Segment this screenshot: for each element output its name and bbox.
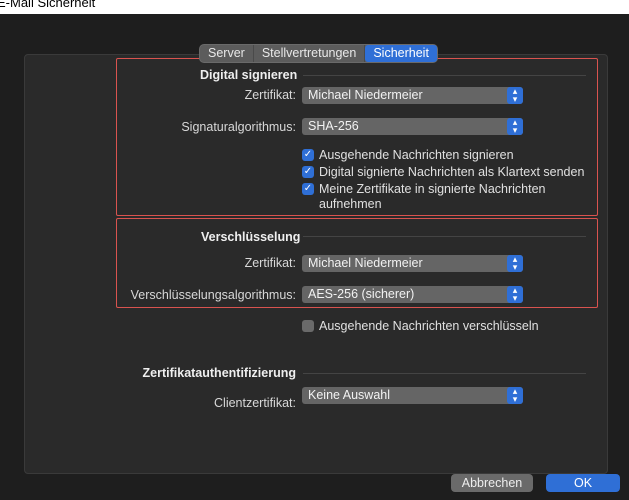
encryption-separator [303, 236, 586, 237]
encryption-algo-popup[interactable]: AES-256 (sicherer) ▴ ▾ [302, 286, 523, 303]
signing-cert-popup[interactable]: Michael Niedermeier ▴ ▾ [302, 87, 523, 104]
window-title-bar: E-Mail Sicherheit [0, 0, 629, 14]
tab-stellvertretungen[interactable]: Stellvertretungen [254, 45, 366, 62]
client-cert-label: Clientzertifikat: [214, 396, 296, 410]
tab-sicherheit[interactable]: Sicherheit [365, 45, 437, 62]
chevron-updown-icon: ▴ ▾ [507, 387, 523, 404]
tab-server[interactable]: Server [200, 45, 254, 62]
dialog: Server Stellvertretungen Sicherheit Digi… [0, 14, 629, 500]
signing-title: Digital signieren [200, 68, 298, 82]
encrypt-outgoing-label: Ausgehende Nachrichten verschlüsseln [319, 319, 539, 333]
tab-bar: Server Stellvertretungen Sicherheit [200, 45, 437, 62]
sign-outgoing-label: Ausgehende Nachrichten signieren [319, 148, 514, 162]
encryption-title: Verschlüsselung [201, 230, 301, 244]
signing-separator [303, 75, 586, 76]
encryption-cert-popup[interactable]: Michael Niedermeier ▴ ▾ [302, 255, 523, 272]
chevron-updown-icon: ▴ ▾ [507, 118, 523, 135]
client-cert-value: Keine Auswahl [308, 388, 391, 402]
auth-title: Zertifikatauthentifizierung [142, 366, 296, 380]
signing-algo-value: SHA-256 [308, 119, 359, 133]
checkmark-icon: ✓ [302, 149, 314, 161]
encryption-algo-value: AES-256 (sicherer) [308, 287, 415, 301]
encryption-cert-value: Michael Niedermeier [308, 256, 423, 270]
chevron-updown-icon: ▴ ▾ [507, 286, 523, 303]
checkmark-icon: ✓ [302, 183, 314, 195]
checkbox-empty-icon [302, 320, 314, 332]
auth-separator [303, 373, 586, 374]
include-certs-label-line2: aufnehmen [319, 197, 382, 211]
cleartext-label: Digital signierte Nachrichten als Klarte… [319, 165, 585, 179]
encryption-algo-label: Verschlüsselungsalgorithmus: [130, 288, 296, 302]
checkmark-icon: ✓ [302, 166, 314, 178]
encryption-cert-label: Zertifikat: [244, 256, 296, 270]
signing-algo-popup[interactable]: SHA-256 ▴ ▾ [302, 118, 523, 135]
chevron-updown-icon: ▴ ▾ [507, 255, 523, 272]
chevron-updown-icon: ▴ ▾ [507, 87, 523, 104]
signing-algo-label: Signaturalgorithmus: [181, 120, 296, 134]
window-title: E-Mail Sicherheit [0, 0, 96, 10]
signing-cert-label: Zertifikat: [244, 88, 296, 102]
client-cert-popup[interactable]: Keine Auswahl ▴ ▾ [302, 387, 523, 404]
signing-cert-value: Michael Niedermeier [308, 88, 423, 102]
cancel-button[interactable]: Abbrechen [451, 474, 533, 492]
ok-button[interactable]: OK [546, 474, 620, 492]
include-certs-label: Meine Zertifikate in signierte Nachricht… [319, 182, 546, 196]
